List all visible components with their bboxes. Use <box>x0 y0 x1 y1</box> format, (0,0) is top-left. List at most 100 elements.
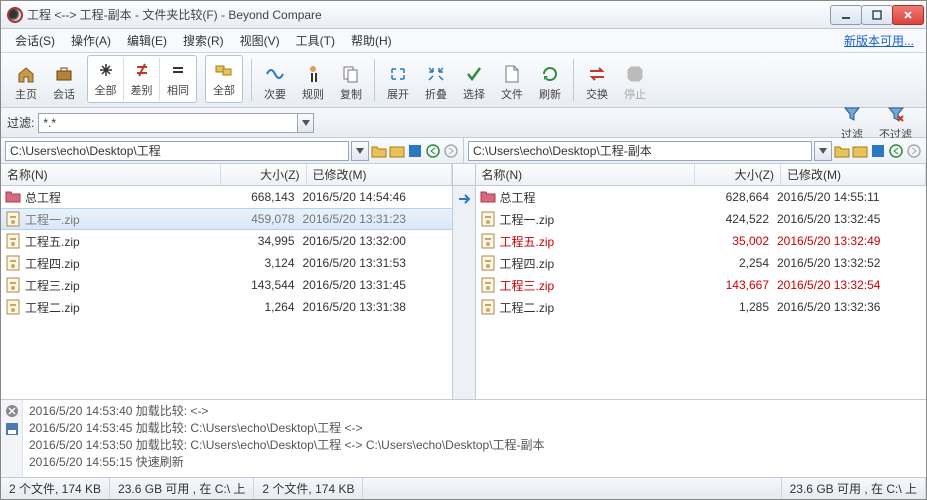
file-size: 424,522 <box>697 212 777 226</box>
menu-search[interactable]: 搜索(R) <box>175 30 232 51</box>
left-fwd-icon[interactable] <box>443 143 459 159</box>
briefcase-icon <box>53 63 75 85</box>
log-panel: 2016/5/20 14:53:40 加载比较: <->2016/5/20 14… <box>1 399 926 477</box>
zip-icon <box>480 211 496 227</box>
left-pane[interactable]: 总工程668,1432016/5/20 14:54:46工程一.zip459,0… <box>1 186 452 399</box>
log-line: 2016/5/20 14:53:50 加载比较: C:\Users\echo\D… <box>29 436 920 453</box>
file-modified: 2016/5/20 13:31:38 <box>303 300 448 314</box>
left-header-size[interactable]: 大小(Z) <box>221 164 307 185</box>
log-save-icon[interactable] <box>5 422 19 436</box>
file-name: 工程一.zip <box>25 211 223 228</box>
column-headers: 名称(N) 大小(Z) 已修改(M) 名称(N) 大小(Z) 已修改(M) <box>1 164 926 186</box>
left-back-icon[interactable] <box>425 143 441 159</box>
file-row[interactable]: 工程三.zip143,5442016/5/20 13:31:45 <box>1 274 452 296</box>
file-modified: 2016/5/20 13:31:53 <box>303 256 448 270</box>
left-history-icon[interactable] <box>407 143 423 159</box>
select-button[interactable]: 选择 <box>456 59 492 107</box>
home-button[interactable]: 主页 <box>8 59 44 107</box>
file-row[interactable]: 工程一.zip459,0782016/5/20 13:31:23 <box>1 208 452 230</box>
right-path-input[interactable] <box>468 141 812 161</box>
menu-edit[interactable]: 编辑(E) <box>119 30 175 51</box>
right-pane[interactable]: 总工程628,6642016/5/20 14:55:11工程一.zip424,5… <box>476 186 927 399</box>
zip-icon <box>480 233 496 249</box>
stop-button[interactable]: 停止 <box>617 59 653 107</box>
status-left-count: 2 个文件, 174 KB <box>1 478 110 499</box>
right-header-mod[interactable]: 已修改(M) <box>781 164 926 185</box>
file-row[interactable]: 工程四.zip3,1242016/5/20 13:31:53 <box>1 252 452 274</box>
right-folder-icon[interactable] <box>852 143 868 159</box>
log-line: 2016/5/20 14:53:45 加载比较: C:\Users\echo\D… <box>29 419 920 436</box>
struct-group: 全部 <box>205 55 243 103</box>
file-name: 工程三.zip <box>25 277 223 294</box>
filter-input[interactable] <box>38 113 298 133</box>
file-row[interactable]: 工程三.zip143,6672016/5/20 13:32:54 <box>476 274 927 296</box>
gutter-arrow-icon[interactable] <box>457 192 473 206</box>
session-button[interactable]: 会话 <box>46 59 82 107</box>
left-folder-icon[interactable] <box>389 143 405 159</box>
not-equal-icon <box>131 59 153 81</box>
right-header-name[interactable]: 名称(N) <box>476 164 696 185</box>
swap-button[interactable]: 交换 <box>579 59 615 107</box>
asterisk-icon <box>95 59 117 81</box>
left-header-name[interactable]: 名称(N) <box>1 164 221 185</box>
menu-help[interactable]: 帮助(H) <box>343 30 400 51</box>
close-button[interactable] <box>892 5 924 25</box>
file-row[interactable]: 工程五.zip35,0022016/5/20 13:32:49 <box>476 230 927 252</box>
expand-button[interactable]: 展开 <box>380 59 416 107</box>
right-open-icon[interactable] <box>834 143 850 159</box>
app-icon <box>7 7 23 23</box>
referee-icon <box>302 63 324 85</box>
refresh-button[interactable]: 刷新 <box>532 59 568 107</box>
file-name: 工程二.zip <box>500 299 698 316</box>
file-row[interactable]: 总工程668,1432016/5/20 14:54:46 <box>1 186 452 208</box>
file-size: 1,264 <box>223 300 303 314</box>
file-name: 工程五.zip <box>25 233 223 250</box>
menu-view[interactable]: 视图(V) <box>232 30 288 51</box>
show-same-button[interactable]: 相同 <box>160 56 196 102</box>
file-name: 总工程 <box>25 189 223 206</box>
minimize-button[interactable] <box>830 5 862 25</box>
file-icon <box>501 63 523 85</box>
show-diff-button[interactable]: 差别 <box>124 56 160 102</box>
maximize-button[interactable] <box>861 5 893 25</box>
left-header-mod[interactable]: 已修改(M) <box>307 164 452 185</box>
file-size: 1,285 <box>697 300 777 314</box>
file-name: 总工程 <box>500 189 698 206</box>
right-path-dropdown[interactable] <box>814 141 832 161</box>
left-path-dropdown[interactable] <box>351 141 369 161</box>
file-size: 34,995 <box>223 234 303 248</box>
file-row[interactable]: 总工程628,6642016/5/20 14:55:11 <box>476 186 927 208</box>
left-path-input[interactable] <box>5 141 349 161</box>
center-gutter <box>452 186 476 399</box>
file-row[interactable]: 工程二.zip1,2642016/5/20 13:31:38 <box>1 296 452 318</box>
file-modified: 2016/5/20 13:32:00 <box>303 234 448 248</box>
right-back-icon[interactable] <box>888 143 904 159</box>
funnel-icon <box>841 103 863 125</box>
refresh-icon <box>539 63 561 85</box>
collapse-button[interactable]: 折叠 <box>418 59 454 107</box>
files-button[interactable]: 文件 <box>494 59 530 107</box>
filter-dropdown[interactable] <box>298 113 314 133</box>
file-row[interactable]: 工程二.zip1,2852016/5/20 13:32:36 <box>476 296 927 318</box>
copy-button[interactable]: 复制 <box>333 59 369 107</box>
left-open-icon[interactable] <box>371 143 387 159</box>
menu-session[interactable]: 会话(S) <box>7 30 63 51</box>
struct-all-button[interactable]: 全部 <box>206 56 242 102</box>
file-row[interactable]: 工程四.zip2,2542016/5/20 13:32:52 <box>476 252 927 274</box>
right-fwd-icon[interactable] <box>906 143 922 159</box>
home-icon <box>15 63 37 85</box>
show-all-button[interactable]: 全部 <box>88 56 124 102</box>
collapse-icon <box>425 63 447 85</box>
file-row[interactable]: 工程五.zip34,9952016/5/20 13:32:00 <box>1 230 452 252</box>
right-history-icon[interactable] <box>870 143 886 159</box>
file-row[interactable]: 工程一.zip424,5222016/5/20 13:32:45 <box>476 208 927 230</box>
file-size: 143,544 <box>223 278 303 292</box>
menu-actions[interactable]: 操作(A) <box>63 30 119 51</box>
next-diff-button[interactable]: 次要 <box>257 59 293 107</box>
menu-tools[interactable]: 工具(T) <box>288 30 343 51</box>
right-header-size[interactable]: 大小(Z) <box>695 164 781 185</box>
expand-icon <box>387 63 409 85</box>
rules-button[interactable]: 规则 <box>295 59 331 107</box>
log-clear-icon[interactable] <box>5 404 19 418</box>
new-version-link[interactable]: 新版本可用... <box>844 32 920 49</box>
